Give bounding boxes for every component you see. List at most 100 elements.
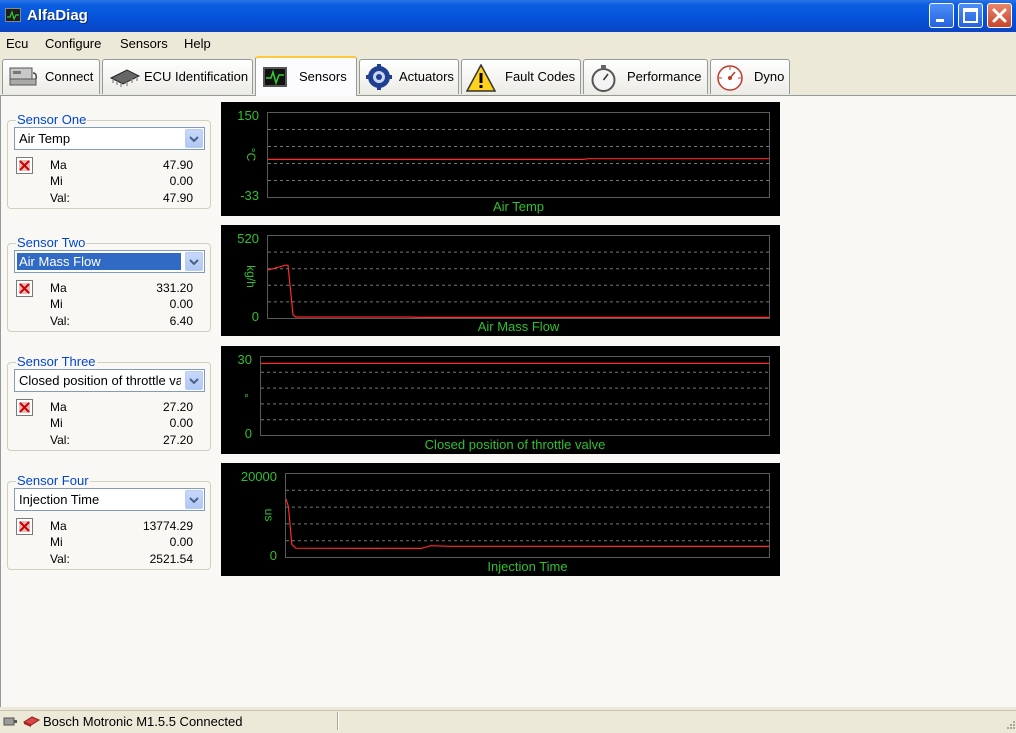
tab-actuators-label: Actuators bbox=[399, 69, 454, 84]
menu-configure[interactable]: Configure bbox=[45, 36, 101, 51]
tab-sensors[interactable]: Sensors bbox=[255, 56, 357, 96]
y-unit-label: kg/h bbox=[244, 265, 258, 288]
combo-value: Air Mass Flow bbox=[17, 253, 181, 270]
plot-frame bbox=[267, 235, 770, 319]
current-value: 2521.54 bbox=[149, 552, 193, 566]
min-value: 0.00 bbox=[169, 174, 193, 188]
val-label: Val: bbox=[50, 191, 70, 205]
tab-actuators[interactable]: Actuators bbox=[359, 59, 459, 94]
y-unit-label: °C bbox=[244, 148, 258, 162]
y-max-label: 20000 bbox=[241, 469, 277, 484]
sensor-two-select[interactable]: Air Mass Flow bbox=[14, 250, 205, 273]
group-title: Sensor One bbox=[16, 112, 88, 127]
max-value: 331.20 bbox=[156, 281, 193, 295]
min-label: Mi bbox=[50, 535, 63, 549]
chevron-down-icon[interactable] bbox=[185, 371, 203, 390]
y-max-label: 30 bbox=[238, 352, 252, 367]
chart-svg: 150 -33 °C Air Temp bbox=[237, 108, 770, 214]
group-title: Sensor Two bbox=[16, 235, 87, 250]
val-label: Val: bbox=[50, 433, 70, 447]
gauge-icon bbox=[715, 64, 745, 91]
series-line bbox=[268, 158, 769, 161]
min-value: 0.00 bbox=[169, 416, 193, 430]
val-label: Val: bbox=[50, 314, 70, 328]
chevron-down-icon[interactable] bbox=[185, 129, 203, 148]
tab-dyno-label: Dyno bbox=[754, 69, 785, 84]
air-temp-chart: 150 -33 °C Air Temp bbox=[221, 102, 780, 216]
reset-minmax-button[interactable] bbox=[16, 399, 33, 416]
chip-icon bbox=[107, 64, 141, 90]
tab-fault-codes[interactable]: Fault Codes bbox=[461, 59, 581, 94]
status-divider bbox=[337, 712, 339, 730]
group-title: Sensor Four bbox=[16, 473, 90, 488]
title-bar[interactable]: AlfaDiag bbox=[0, 0, 1016, 32]
chevron-down-icon[interactable] bbox=[185, 252, 203, 271]
tab-connect-label: Connect bbox=[45, 69, 94, 84]
close-button[interactable] bbox=[987, 3, 1012, 28]
current-value: 27.20 bbox=[162, 433, 193, 447]
minimize-button[interactable] bbox=[929, 3, 954, 28]
connection-status: Bosch Motronic M1.5.5 Connected bbox=[43, 714, 243, 729]
current-value: 6.40 bbox=[169, 314, 193, 328]
reset-minmax-button[interactable] bbox=[16, 280, 33, 297]
max-value: 47.90 bbox=[162, 158, 193, 172]
tab-performance-label: Performance bbox=[627, 69, 702, 84]
current-value: 47.90 bbox=[162, 191, 193, 205]
sensor-four-group: Sensor Four Injection Time Ma 13774.29 M… bbox=[7, 473, 211, 570]
tab-connect[interactable]: Connect bbox=[2, 59, 100, 94]
combo-value: Closed position of throttle va bbox=[19, 373, 181, 388]
max-value: 27.20 bbox=[162, 400, 193, 414]
menu-sensors[interactable]: Sensors bbox=[120, 36, 168, 51]
gear-icon bbox=[364, 64, 394, 90]
menu-bar: Ecu Configure Sensors Help bbox=[0, 32, 1016, 56]
combo-value: Injection Time bbox=[19, 492, 100, 507]
tab-dyno[interactable]: Dyno bbox=[710, 59, 790, 94]
max-label: Ma bbox=[50, 519, 67, 533]
tab-ecu-identification[interactable]: ECU Identification bbox=[102, 59, 253, 94]
plot-frame bbox=[267, 112, 770, 198]
plot-frame bbox=[260, 356, 770, 436]
sensor-three-group: Sensor Three Closed position of throttle… bbox=[7, 354, 211, 451]
resize-grip[interactable] bbox=[1004, 718, 1016, 730]
chart-title: Air Mass Flow bbox=[478, 319, 560, 334]
connect-icon bbox=[7, 64, 37, 90]
sensor-two-group: Sensor Two Air Mass Flow Ma 331.20 Mi 0.… bbox=[7, 235, 211, 332]
y-min-label: 0 bbox=[245, 426, 252, 441]
window-title: AlfaDiag bbox=[27, 7, 88, 24]
tab-performance[interactable]: Performance bbox=[583, 59, 708, 94]
tab-sensors-label: Sensors bbox=[299, 69, 347, 84]
cable-icon bbox=[2, 714, 18, 728]
status-bar: Bosch Motronic M1.5.5 Connected bbox=[0, 710, 1016, 730]
menu-ecu[interactable]: Ecu bbox=[6, 36, 28, 51]
sensors-panel: Sensor One Air Temp Ma 47.90 Mi 0.00 Val… bbox=[0, 95, 1016, 707]
app-icon bbox=[5, 8, 21, 22]
max-label: Ma bbox=[50, 158, 67, 172]
warning-icon bbox=[465, 63, 497, 92]
maximize-button[interactable] bbox=[958, 3, 983, 28]
chart-svg: 20000 0 us Injection Time bbox=[241, 469, 770, 574]
val-label: Val: bbox=[50, 552, 70, 566]
reset-minmax-button[interactable] bbox=[16, 157, 33, 174]
group-title: Sensor Three bbox=[16, 354, 97, 369]
y-unit-label: us bbox=[262, 509, 276, 522]
series-line bbox=[267, 264, 769, 319]
chart-svg: 520 0 kg/h Air Mass Flow bbox=[237, 231, 770, 334]
combo-value: Air Temp bbox=[19, 131, 71, 146]
tab-fault-codes-label: Fault Codes bbox=[505, 69, 576, 84]
oscilloscope-icon bbox=[260, 64, 290, 90]
sensor-three-select[interactable]: Closed position of throttle va bbox=[14, 369, 205, 392]
y-min-label: -33 bbox=[240, 188, 259, 203]
min-value: 0.00 bbox=[169, 535, 193, 549]
reset-minmax-button[interactable] bbox=[16, 518, 33, 535]
air-mass-flow-chart: 520 0 kg/h Air Mass Flow bbox=[221, 225, 780, 336]
tab-ecu-identification-label: ECU Identification bbox=[144, 69, 249, 84]
y-max-label: 520 bbox=[237, 231, 259, 246]
tab-strip: Connect ECU Identification Sensors Actua… bbox=[0, 56, 1016, 96]
stopwatch-icon bbox=[588, 64, 618, 92]
y-unit-label: ° bbox=[237, 393, 251, 398]
menu-help[interactable]: Help bbox=[184, 36, 211, 51]
sensor-four-select[interactable]: Injection Time bbox=[14, 488, 205, 511]
sensor-one-select[interactable]: Air Temp bbox=[14, 127, 205, 150]
min-label: Mi bbox=[50, 174, 63, 188]
chevron-down-icon[interactable] bbox=[185, 490, 203, 509]
